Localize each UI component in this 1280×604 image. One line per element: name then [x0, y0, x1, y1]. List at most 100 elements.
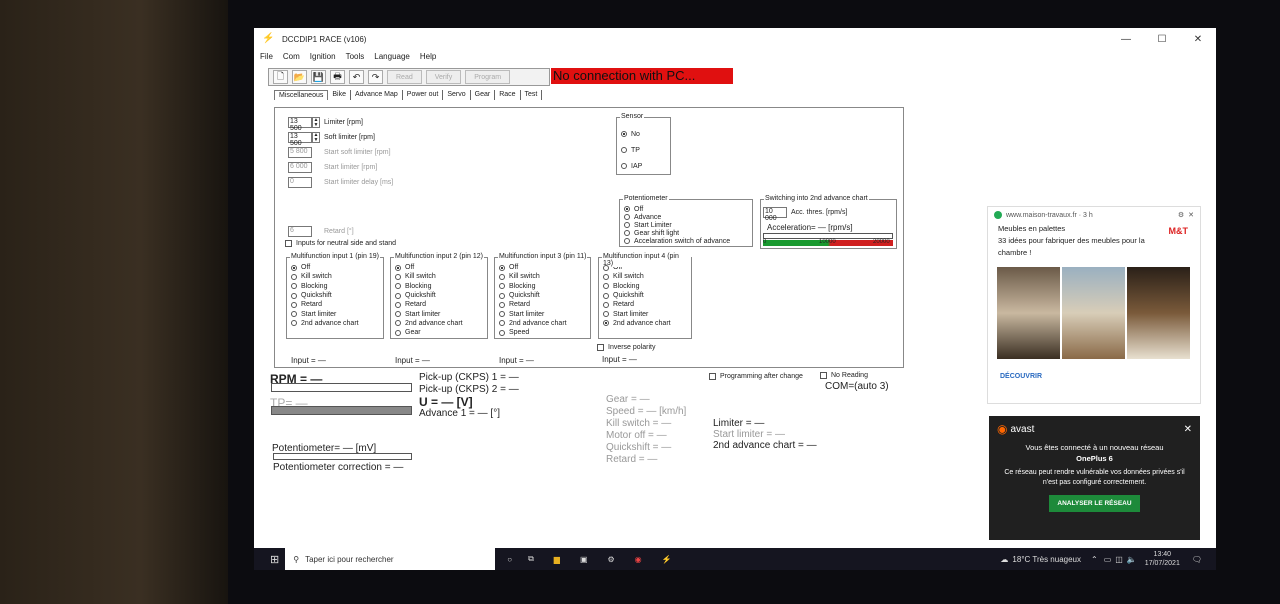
minimize-icon[interactable]: — [1108, 28, 1144, 50]
chrome-icon[interactable]: ◉ [635, 555, 642, 564]
tab-miscellaneous[interactable]: Miscellaneous [274, 90, 329, 100]
tab-power-out[interactable]: Power out [403, 90, 444, 100]
read-button[interactable]: Read [387, 70, 422, 84]
mf4-option[interactable]: Retard [603, 300, 687, 309]
undo-icon[interactable]: ↶ [349, 70, 364, 84]
mf2-option[interactable]: Gear [395, 328, 483, 337]
potentiometer-option[interactable]: Accelaration switch of advance [624, 237, 748, 245]
mf2-option[interactable]: Start limiter [395, 309, 483, 318]
neutral-checkbox[interactable]: Inputs for neutral side and stand [285, 239, 396, 248]
mf1-option[interactable]: Retard [291, 300, 379, 309]
inverse-polarity-checkbox[interactable]: Inverse polarity [597, 343, 655, 352]
tab-test[interactable]: Test [521, 90, 543, 100]
sensor-option[interactable]: No [621, 126, 666, 142]
acc-threshold-value[interactable]: 10 000 [763, 206, 787, 222]
soft-limiter-value[interactable]: 13 500 [288, 131, 312, 147]
maximize-icon[interactable]: ☐ [1144, 28, 1180, 50]
verify-button[interactable]: Verify [425, 70, 462, 84]
start-soft-limiter-value[interactable]: 5 800 [288, 146, 312, 158]
potentiometer-option[interactable]: Off [624, 205, 748, 213]
mf3-option[interactable]: Quickshift [499, 291, 586, 300]
mf4-option[interactable]: Kill switch [603, 272, 687, 281]
menu-help[interactable]: Help [420, 52, 436, 61]
mf1-option[interactable]: Kill switch [291, 272, 379, 281]
mf3-option[interactable]: Blocking [499, 282, 586, 291]
mf1-option[interactable]: Blocking [291, 282, 379, 291]
retard-spin[interactable]: 6 Retard [°] [288, 225, 354, 237]
mf1-option[interactable]: Off [291, 263, 379, 272]
mf3-option[interactable]: Start limiter [499, 309, 586, 318]
file-explorer-icon[interactable]: ▆ [554, 555, 560, 564]
mf2-option[interactable]: Blocking [395, 282, 483, 291]
tray-chevron-icon[interactable]: ⌃ [1091, 555, 1098, 564]
start-limiter-value[interactable]: 6 000 [288, 161, 312, 173]
mf2-option[interactable]: Kill switch [395, 272, 483, 281]
settings-icon[interactable]: ⚙ [1178, 211, 1184, 219]
mf2-option[interactable]: Off [395, 263, 483, 272]
mf2-option[interactable]: Retard [395, 300, 483, 309]
network-icon[interactable]: ◫ [1115, 555, 1123, 564]
clock[interactable]: 13:40 17/07/2021 [1145, 550, 1180, 568]
checkbox-icon[interactable] [709, 373, 716, 381]
mf3-option[interactable]: Speed [499, 328, 586, 337]
programming-after-change-checkbox[interactable]: Programming after change [709, 372, 803, 381]
start-limiter-delay-spin[interactable]: 0 Start limiter delay [ms] [288, 176, 393, 188]
dccdip-taskbar-icon[interactable]: ⚡ [662, 555, 672, 564]
menu-language[interactable]: Language [374, 52, 410, 61]
sensor-option[interactable]: IAP [621, 158, 666, 174]
spin-arrows-icon[interactable]: ▲ ▼ [312, 131, 320, 143]
potentiometer-option[interactable]: Advance [624, 213, 748, 221]
tab-advance-map[interactable]: Advance Map [351, 90, 403, 100]
notification-close-icon[interactable]: ✕ [1188, 211, 1194, 219]
tab-servo[interactable]: Servo [443, 90, 471, 100]
discover-button[interactable]: DÉCOUVRIR [988, 359, 1200, 380]
spin-arrows-icon[interactable]: ▲ ▼ [312, 116, 320, 128]
menu-ignition[interactable]: Ignition [310, 52, 336, 61]
mf4-option[interactable]: Start limiter [603, 309, 687, 318]
no-reading-checkbox[interactable]: No Reading [820, 371, 868, 380]
mf1-option[interactable]: 2nd advance chart [291, 319, 379, 328]
windows-start-icon[interactable]: ⊞ [270, 553, 279, 566]
browser-notification[interactable]: www.maison-travaux.fr · 3 h ⚙ ✕ Meubles … [987, 206, 1201, 404]
limiter-spin[interactable]: 13 500 ▲ ▼ Limiter [rpm] [288, 116, 363, 132]
mf4-option[interactable]: 2nd advance chart [603, 319, 687, 328]
checkbox-icon[interactable] [597, 344, 604, 352]
app-icon-taskbar[interactable]: ▣ [580, 555, 588, 564]
open-folder-icon[interactable]: 📂 [292, 70, 307, 84]
mf4-option[interactable]: Quickshift [603, 291, 687, 300]
new-file-icon[interactable]: 🗋 [273, 70, 288, 84]
mf3-option[interactable]: Retard [499, 300, 586, 309]
checkbox-icon[interactable] [820, 372, 827, 380]
limiter-value[interactable]: 13 500 [288, 116, 312, 132]
potentiometer-option[interactable]: Start Limiter [624, 221, 748, 229]
menu-com[interactable]: Com [283, 52, 300, 61]
retard-value[interactable]: 6 [288, 225, 312, 237]
soft-limiter-spin[interactable]: 13 500 ▲ ▼ Soft limiter [rpm] [288, 131, 375, 147]
avast-close-icon[interactable]: ✕ [1184, 424, 1192, 435]
task-view-icon[interactable]: ⧉ [528, 554, 534, 564]
close-icon[interactable]: ✕ [1180, 28, 1216, 50]
mf2-option[interactable]: Quickshift [395, 291, 483, 300]
print-icon[interactable]: 🖶 [330, 70, 345, 84]
mf3-option[interactable]: 2nd advance chart [499, 319, 586, 328]
start-soft-limiter-spin[interactable]: 5 800 Start soft limiter [rpm] [288, 146, 391, 158]
tab-race[interactable]: Race [495, 90, 521, 100]
tab-gear[interactable]: Gear [471, 90, 496, 100]
acc-threshold-spin[interactable]: 10 000 Acc. thres. [rpm/s] [763, 206, 847, 222]
mf1-option[interactable]: Quickshift [291, 291, 379, 300]
tab-bike[interactable]: Bike [328, 90, 351, 100]
volume-icon[interactable]: 🔈 [1127, 555, 1137, 564]
notifications-icon[interactable]: 🗨 [1192, 555, 1202, 564]
mf4-option[interactable]: Blocking [603, 282, 687, 291]
sensor-option[interactable]: TP [621, 142, 666, 158]
mf2-option[interactable]: 2nd advance chart [395, 319, 483, 328]
save-icon[interactable]: 💾 [311, 70, 326, 84]
mf3-option[interactable]: Kill switch [499, 272, 586, 281]
settings-taskbar-icon[interactable]: ⚙ [608, 555, 615, 564]
analyze-network-button[interactable]: ANALYSER LE RÉSEAU [1049, 495, 1140, 512]
cortana-icon[interactable]: ○ [507, 555, 512, 564]
menu-file[interactable]: File [260, 52, 273, 61]
redo-icon[interactable]: ↷ [368, 70, 383, 84]
mf3-option[interactable]: Off [499, 263, 586, 272]
start-limiter-spin[interactable]: 6 000 Start limiter [rpm] [288, 161, 377, 173]
